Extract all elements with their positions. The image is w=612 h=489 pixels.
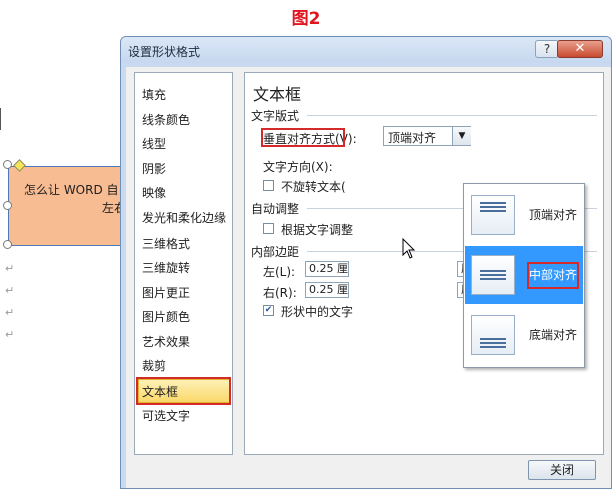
category-fill[interactable]: 填充 (142, 86, 166, 103)
category-glow-soft-edges[interactable]: 发光和柔化边缘 (142, 209, 226, 226)
no-rotate-label: 不旋转文本( (281, 180, 346, 194)
annotation-box-align-middle (527, 262, 579, 289)
section-internal-margins: 内部边距 (251, 245, 300, 259)
paragraph-mark: ↵ (5, 284, 15, 297)
vertical-align-value: 顶端对齐 (388, 131, 437, 145)
option-align-bottom[interactable]: 底端对齐 (465, 306, 583, 364)
chevron-down-icon[interactable]: ▼ (452, 127, 471, 145)
section-divider (307, 115, 597, 116)
wrap-text-label: 形状中的文字 (281, 305, 354, 319)
text-cursor (0, 108, 1, 130)
dialog-body: 填充 线条颜色 线型 阴影 映像 发光和柔化边缘 三维格式 三维旋转 图片更正 … (126, 67, 611, 488)
left-margin-input[interactable]: 0.25 厘 (305, 261, 349, 277)
category-artistic-effects[interactable]: 艺术效果 (142, 333, 190, 350)
wrap-text-checkbox[interactable]: ✔ (263, 305, 274, 316)
paragraph-mark: ↵ (5, 328, 15, 341)
text-box-panel: 文本框 文字版式 垂直对齐方式(V): 顶端对齐 ▼ 文字方向(X): 不旋转文… (244, 72, 604, 455)
left-margin-label: 左(L): (263, 265, 296, 279)
format-shape-dialog: 设置形状格式 ? ✕ 填充 线条颜色 线型 阴影 映像 发光和柔化边缘 三维格式… (120, 36, 612, 489)
category-3d-format[interactable]: 三维格式 (142, 235, 190, 252)
paragraph-mark: ↵ (5, 262, 15, 275)
annotation-box-text-box (136, 377, 231, 405)
annotation-box-vertical-align (261, 128, 345, 147)
resize-shape-label: 根据文字调整 (281, 223, 354, 237)
resize-handle-left[interactable] (3, 201, 12, 210)
panel-heading: 文本框 (253, 85, 302, 104)
category-3d-rotation[interactable]: 三维旋转 (142, 259, 190, 276)
text-direction-label: 文字方向(X): (263, 160, 333, 174)
vertical-align-dropdown: 顶端对齐 中部对齐 底端对齐 (463, 183, 585, 368)
resize-handle-bottom-left[interactable] (3, 240, 12, 249)
help-button[interactable]: ? (535, 40, 559, 58)
shape-text-line1: 怎么让 WORD 自 (24, 183, 119, 197)
mouse-pointer-icon (402, 238, 416, 259)
option-align-top-label: 顶端对齐 (529, 208, 578, 222)
resize-shape-checkbox[interactable] (263, 223, 274, 234)
close-x-icon[interactable]: ✕ (557, 40, 603, 58)
figure-title: 图2 (291, 9, 321, 29)
category-picture-color[interactable]: 图片颜色 (142, 308, 190, 325)
category-crop[interactable]: 裁剪 (142, 357, 166, 374)
paragraph-mark: ↵ (5, 306, 15, 319)
right-margin-input[interactable]: 0.25 厘 (305, 282, 349, 298)
section-autofit: 自动调整 (251, 202, 300, 216)
option-align-top[interactable]: 顶端对齐 (465, 186, 583, 244)
category-line-style[interactable]: 线型 (142, 135, 166, 152)
no-rotate-checkbox[interactable] (263, 180, 274, 191)
category-shadow[interactable]: 阴影 (142, 160, 166, 177)
align-middle-icon (471, 255, 515, 295)
align-top-icon (471, 195, 515, 235)
right-margin-label: 右(R): (263, 286, 297, 300)
category-picture-corrections[interactable]: 图片更正 (142, 284, 190, 301)
category-alt-text[interactable]: 可选文字 (142, 407, 190, 424)
resize-handle-top-left[interactable] (3, 160, 12, 169)
option-align-middle[interactable]: 中部对齐 (465, 246, 583, 304)
vertical-align-combo[interactable]: 顶端对齐 ▼ (383, 126, 471, 146)
dialog-title: 设置形状格式 (128, 45, 201, 59)
dialog-title-bar[interactable]: 设置形状格式 ? ✕ (121, 37, 611, 63)
category-reflection[interactable]: 映像 (142, 184, 166, 201)
close-button[interactable]: 关闭 (528, 460, 596, 480)
align-bottom-icon (471, 315, 515, 355)
category-line-color[interactable]: 线条颜色 (142, 111, 190, 128)
section-text-layout: 文字版式 (251, 109, 300, 123)
option-align-bottom-label: 底端对齐 (529, 328, 578, 342)
category-list: 填充 线条颜色 线型 阴影 映像 发光和柔化边缘 三维格式 三维旋转 图片更正 … (134, 72, 233, 455)
